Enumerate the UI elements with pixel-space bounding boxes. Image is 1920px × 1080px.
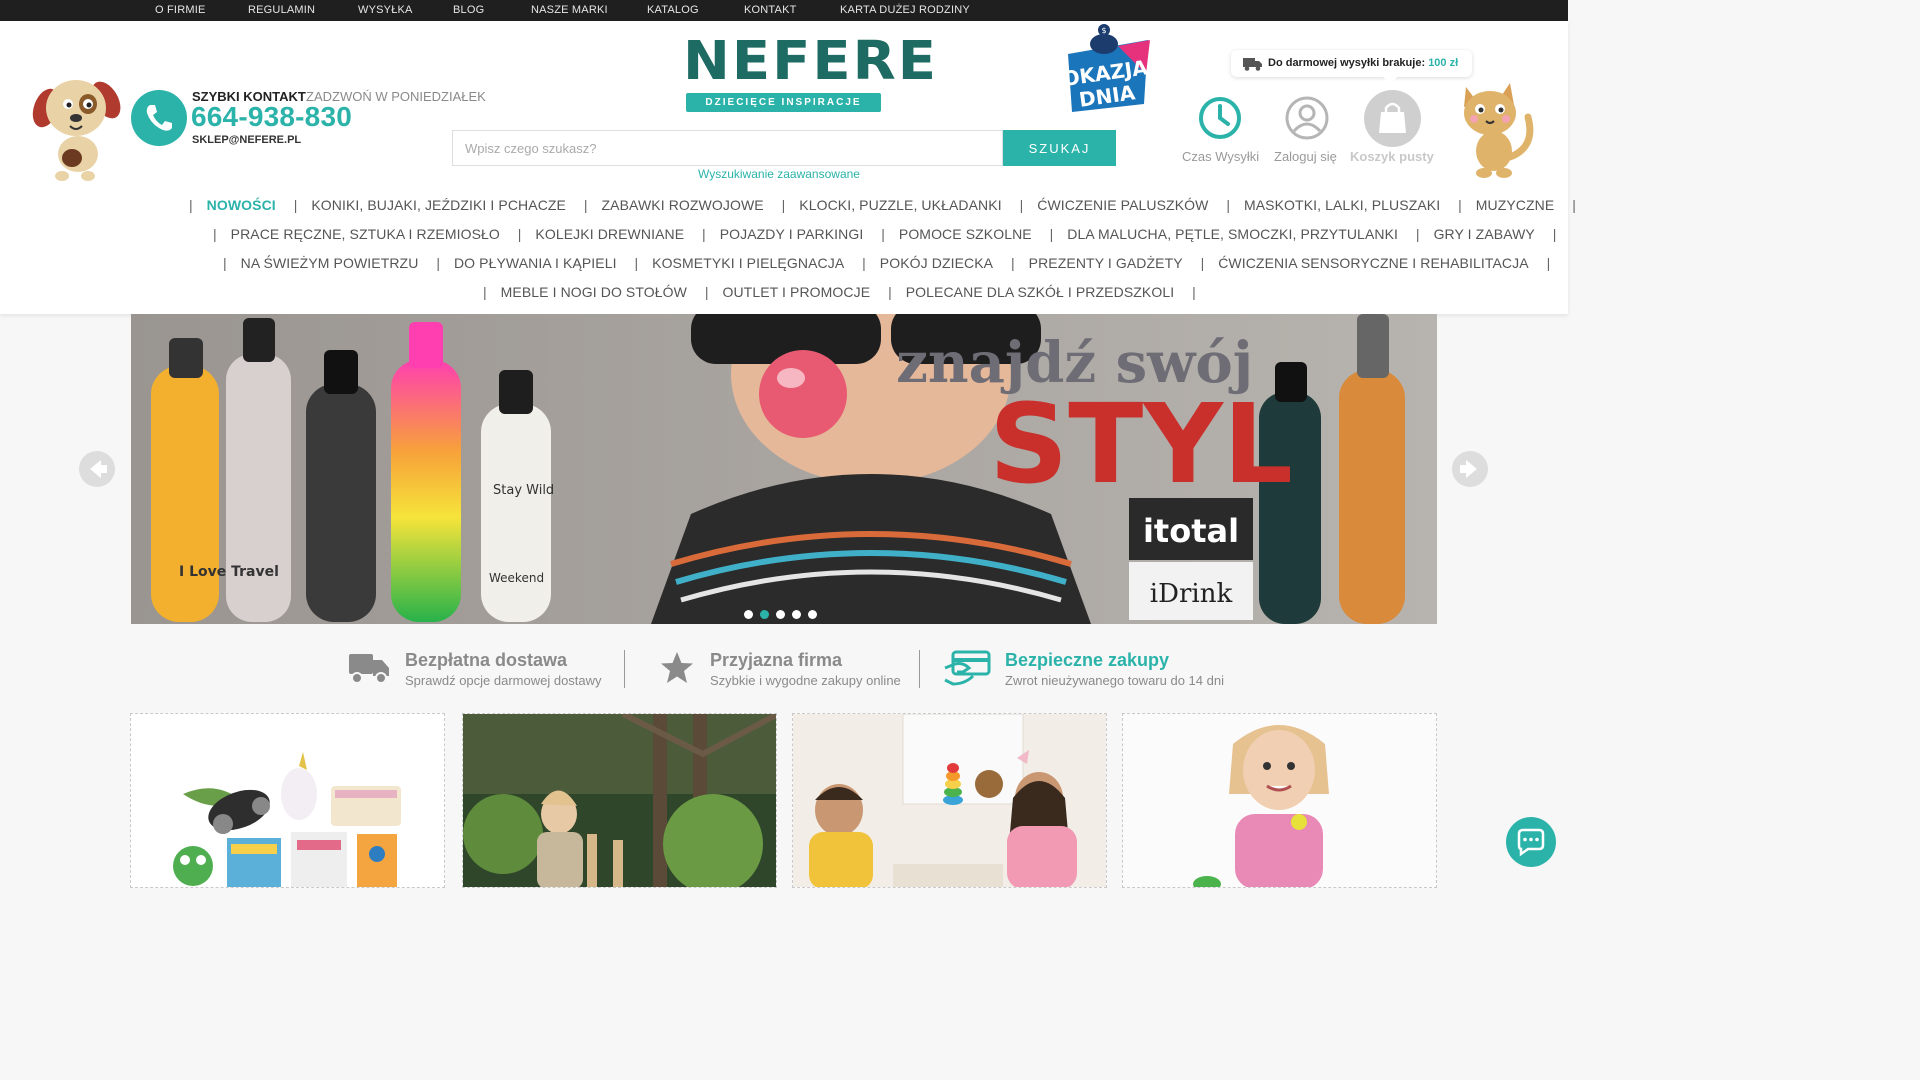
category-polecane-dla-szkol[interactable]: POLECANE DLA SZKÓŁ I PRZEDSZKOLI xyxy=(906,284,1175,300)
feature-free-delivery-subtitle: Sprawdź opcje darmowej dostawy xyxy=(405,673,602,688)
feature-divider xyxy=(919,650,920,688)
category-row-4: | MEBLE I NOGI DO STOŁÓW | OUTLET I PROMOC… xyxy=(483,284,1196,300)
children-playing-image xyxy=(793,714,1106,887)
chat-bubble-icon xyxy=(1517,828,1545,857)
banner-dot-4[interactable] xyxy=(792,610,801,619)
feature-free-delivery-title: Bezpłatna dostawa xyxy=(405,650,568,670)
free-shipping-tooltip: Do darmowej wysyłki brakuje: 100 zł xyxy=(1231,50,1472,84)
feature-safe-shopping-subtitle: Zwrot nieużywanego towaru do 14 dni xyxy=(1005,673,1224,688)
category-maskotki[interactable]: MASKOTKI, LALKI, PLUSZAKI xyxy=(1244,197,1440,213)
banner-dot-1[interactable] xyxy=(744,610,753,619)
category-meble[interactable]: MEBLE I NOGI DO STOŁÓW xyxy=(501,284,687,300)
banner-dot-2[interactable] xyxy=(760,610,769,619)
delivery-truck-icon xyxy=(349,654,389,684)
feature-friendly-company-subtitle: Szybkie i wygodne zakupy online xyxy=(710,673,901,688)
dog-mascot-icon xyxy=(32,80,121,181)
banner-prev-arrow[interactable] xyxy=(79,451,115,487)
category-tile-4[interactable] xyxy=(1122,713,1437,888)
chat-widget-button[interactable] xyxy=(1506,817,1556,867)
category-koniki[interactable]: KONIKI, BUJAKI, JEŹDZIKI I PCHACZE xyxy=(311,197,566,213)
top-bar: O FIRMIE REGULAMIN WYSYŁKA BLOG NASZE MA… xyxy=(0,0,1568,21)
phone-icon[interactable] xyxy=(131,90,187,146)
arrow-right-icon xyxy=(1460,460,1477,478)
topbar-link-kontakt[interactable]: KONTAKT xyxy=(744,4,797,16)
category-cwiczenie-paluszkow[interactable]: ĆWICZENIE PALUSZKÓW xyxy=(1037,197,1208,213)
free-shipping-text: Do darmowej wysyłki brakuje: xyxy=(1268,57,1426,69)
category-row-3: | NA ŚWIEŻYM POWIETRZU | DO PŁYWANIA I KĄP… xyxy=(223,255,1551,271)
advanced-search-link[interactable]: Wyszukiwanie zaawansowane xyxy=(698,167,860,181)
cat-mascot-icon xyxy=(1464,83,1534,178)
free-shipping-amount: 100 zł xyxy=(1428,57,1459,69)
category-klocki[interactable]: KLOCKI, PUZZLE, UKŁADANKI xyxy=(799,197,1001,213)
bottle-text-wild: Stay Wild xyxy=(493,483,554,498)
topbar-link-regulamin[interactable]: REGULAMIN xyxy=(248,4,315,16)
banner-brand-idrink: iDrink xyxy=(1150,579,1233,609)
banner-brand-itotal: itotal xyxy=(1143,512,1239,550)
logo-tagline: DZIECIĘCE INSPIRACJE xyxy=(686,93,881,112)
secure-payment-icon xyxy=(944,650,991,686)
category-row-1: | NOWOŚCI | KONIKI, BUJAKI, JEŹDZIKI I PCH… xyxy=(189,197,1576,213)
category-na-swiezym-powietrzu[interactable]: NA ŚWIEŻYM POWIETRZU xyxy=(241,255,419,271)
feature-divider xyxy=(624,650,625,688)
bottle-text-weekend: Weekend xyxy=(489,571,544,585)
bottle-text-travel: I Love Travel xyxy=(179,564,279,580)
category-pomoce-szkolne[interactable]: POMOCE SZKOLNE xyxy=(899,226,1032,242)
arrow-left-icon xyxy=(90,460,107,478)
category-tile-2[interactable] xyxy=(462,713,777,888)
search-input[interactable] xyxy=(452,130,1003,166)
child-garden-image xyxy=(463,714,776,887)
banner-headline-main: STYL xyxy=(989,380,1293,508)
category-do-plywania[interactable]: DO PŁYWANIA I KĄPIELI xyxy=(454,255,617,271)
okazja-dnia-badge[interactable]: $ OKAZJA DNIA xyxy=(1058,24,1154,116)
feature-safe-shopping-title: Bezpieczne zakupy xyxy=(1005,650,1170,670)
hero-banner[interactable]: I Love Travel Stay Wild Weekend znajdź s… xyxy=(131,314,1437,624)
category-zabawki-rozwojowe[interactable]: ZABAWKI ROZWOJOWE xyxy=(602,197,764,213)
clock-icon[interactable] xyxy=(1197,95,1243,141)
quick-contact-phone[interactable]: 664-938-830 xyxy=(191,101,352,133)
category-cwiczenia-sensoryczne[interactable]: ĆWICZENIA SENSORYCZNE I REHABILITACJA xyxy=(1218,255,1528,271)
cart-button[interactable] xyxy=(1364,90,1421,147)
topbar-link-blog[interactable]: BLOG xyxy=(453,4,484,16)
category-gry-i-zabawy[interactable]: GRY I ZABAWY xyxy=(1434,226,1535,242)
hero-banner-image: I Love Travel Stay Wild Weekend znajdź s… xyxy=(131,314,1437,624)
category-tile-3[interactable] xyxy=(792,713,1107,888)
category-dla-malucha[interactable]: DLA MALUCHA, PĘTLE, SMOCZKI, PRZYTULANKI xyxy=(1067,226,1398,242)
category-row-2: | PRACE RĘCZNE, SZTUKA I RZEMIOSŁO | KOLEJ… xyxy=(213,226,1557,242)
shopping-bag-icon xyxy=(1379,102,1406,133)
category-kolejki[interactable]: KOLEJKI DREWNIANE xyxy=(535,226,684,242)
girl-toy-image xyxy=(1123,714,1436,887)
site-logo[interactable]: NEFERE xyxy=(683,31,938,93)
feature-friendly-company-title: Przyjazna firma xyxy=(710,650,843,670)
banner-pagination xyxy=(744,606,824,619)
quick-contact-email[interactable]: SKLEP@NEFERE.PL xyxy=(192,134,301,146)
category-pokoj-dziecka[interactable]: POKÓJ DZIECKA xyxy=(880,255,993,271)
category-pojazdy[interactable]: POJAZDY I PARKINGI xyxy=(720,226,864,242)
login-label[interactable]: Zaloguj się xyxy=(1274,149,1337,164)
banner-dot-3[interactable] xyxy=(776,610,785,619)
category-nowosci[interactable]: NOWOŚCI xyxy=(207,197,276,213)
category-outlet[interactable]: OUTLET I PROMOCJE xyxy=(722,284,870,300)
topbar-link-nasze-marki[interactable]: NASZE MARKI xyxy=(531,4,608,16)
topbar-link-karta-duzej-rodziny[interactable]: KARTA DUŻEJ RODZINY xyxy=(840,4,970,16)
topbar-link-wysylka[interactable]: WYSYŁKA xyxy=(358,4,413,16)
cart-label[interactable]: Koszyk pusty xyxy=(1350,149,1434,164)
category-prezenty[interactable]: PREZENTY I GADŻETY xyxy=(1029,255,1183,271)
category-kosmetyki[interactable]: KOSMETYKI I PIELĘGNACJA xyxy=(652,255,844,271)
truck-icon xyxy=(1243,58,1262,71)
svg-text:$: $ xyxy=(1101,26,1106,35)
banner-next-arrow[interactable] xyxy=(1452,451,1488,487)
topbar-link-katalog[interactable]: KATALOG xyxy=(647,4,699,16)
topbar-link-o-firmie[interactable]: O FIRMIE xyxy=(155,4,206,16)
category-tile-1[interactable] xyxy=(130,713,445,888)
search-button[interactable]: SZUKAJ xyxy=(1003,130,1116,166)
shipping-time-label[interactable]: Czas Wysyłki xyxy=(1182,149,1259,164)
star-icon xyxy=(661,652,693,683)
banner-dot-5[interactable] xyxy=(808,610,817,619)
user-icon[interactable] xyxy=(1284,95,1330,141)
toys-collage-image xyxy=(131,714,444,887)
category-muzyczne[interactable]: MUZYCZNE xyxy=(1476,197,1555,213)
category-prace-reczne[interactable]: PRACE RĘCZNE, SZTUKA I RZEMIOSŁO xyxy=(231,226,500,242)
